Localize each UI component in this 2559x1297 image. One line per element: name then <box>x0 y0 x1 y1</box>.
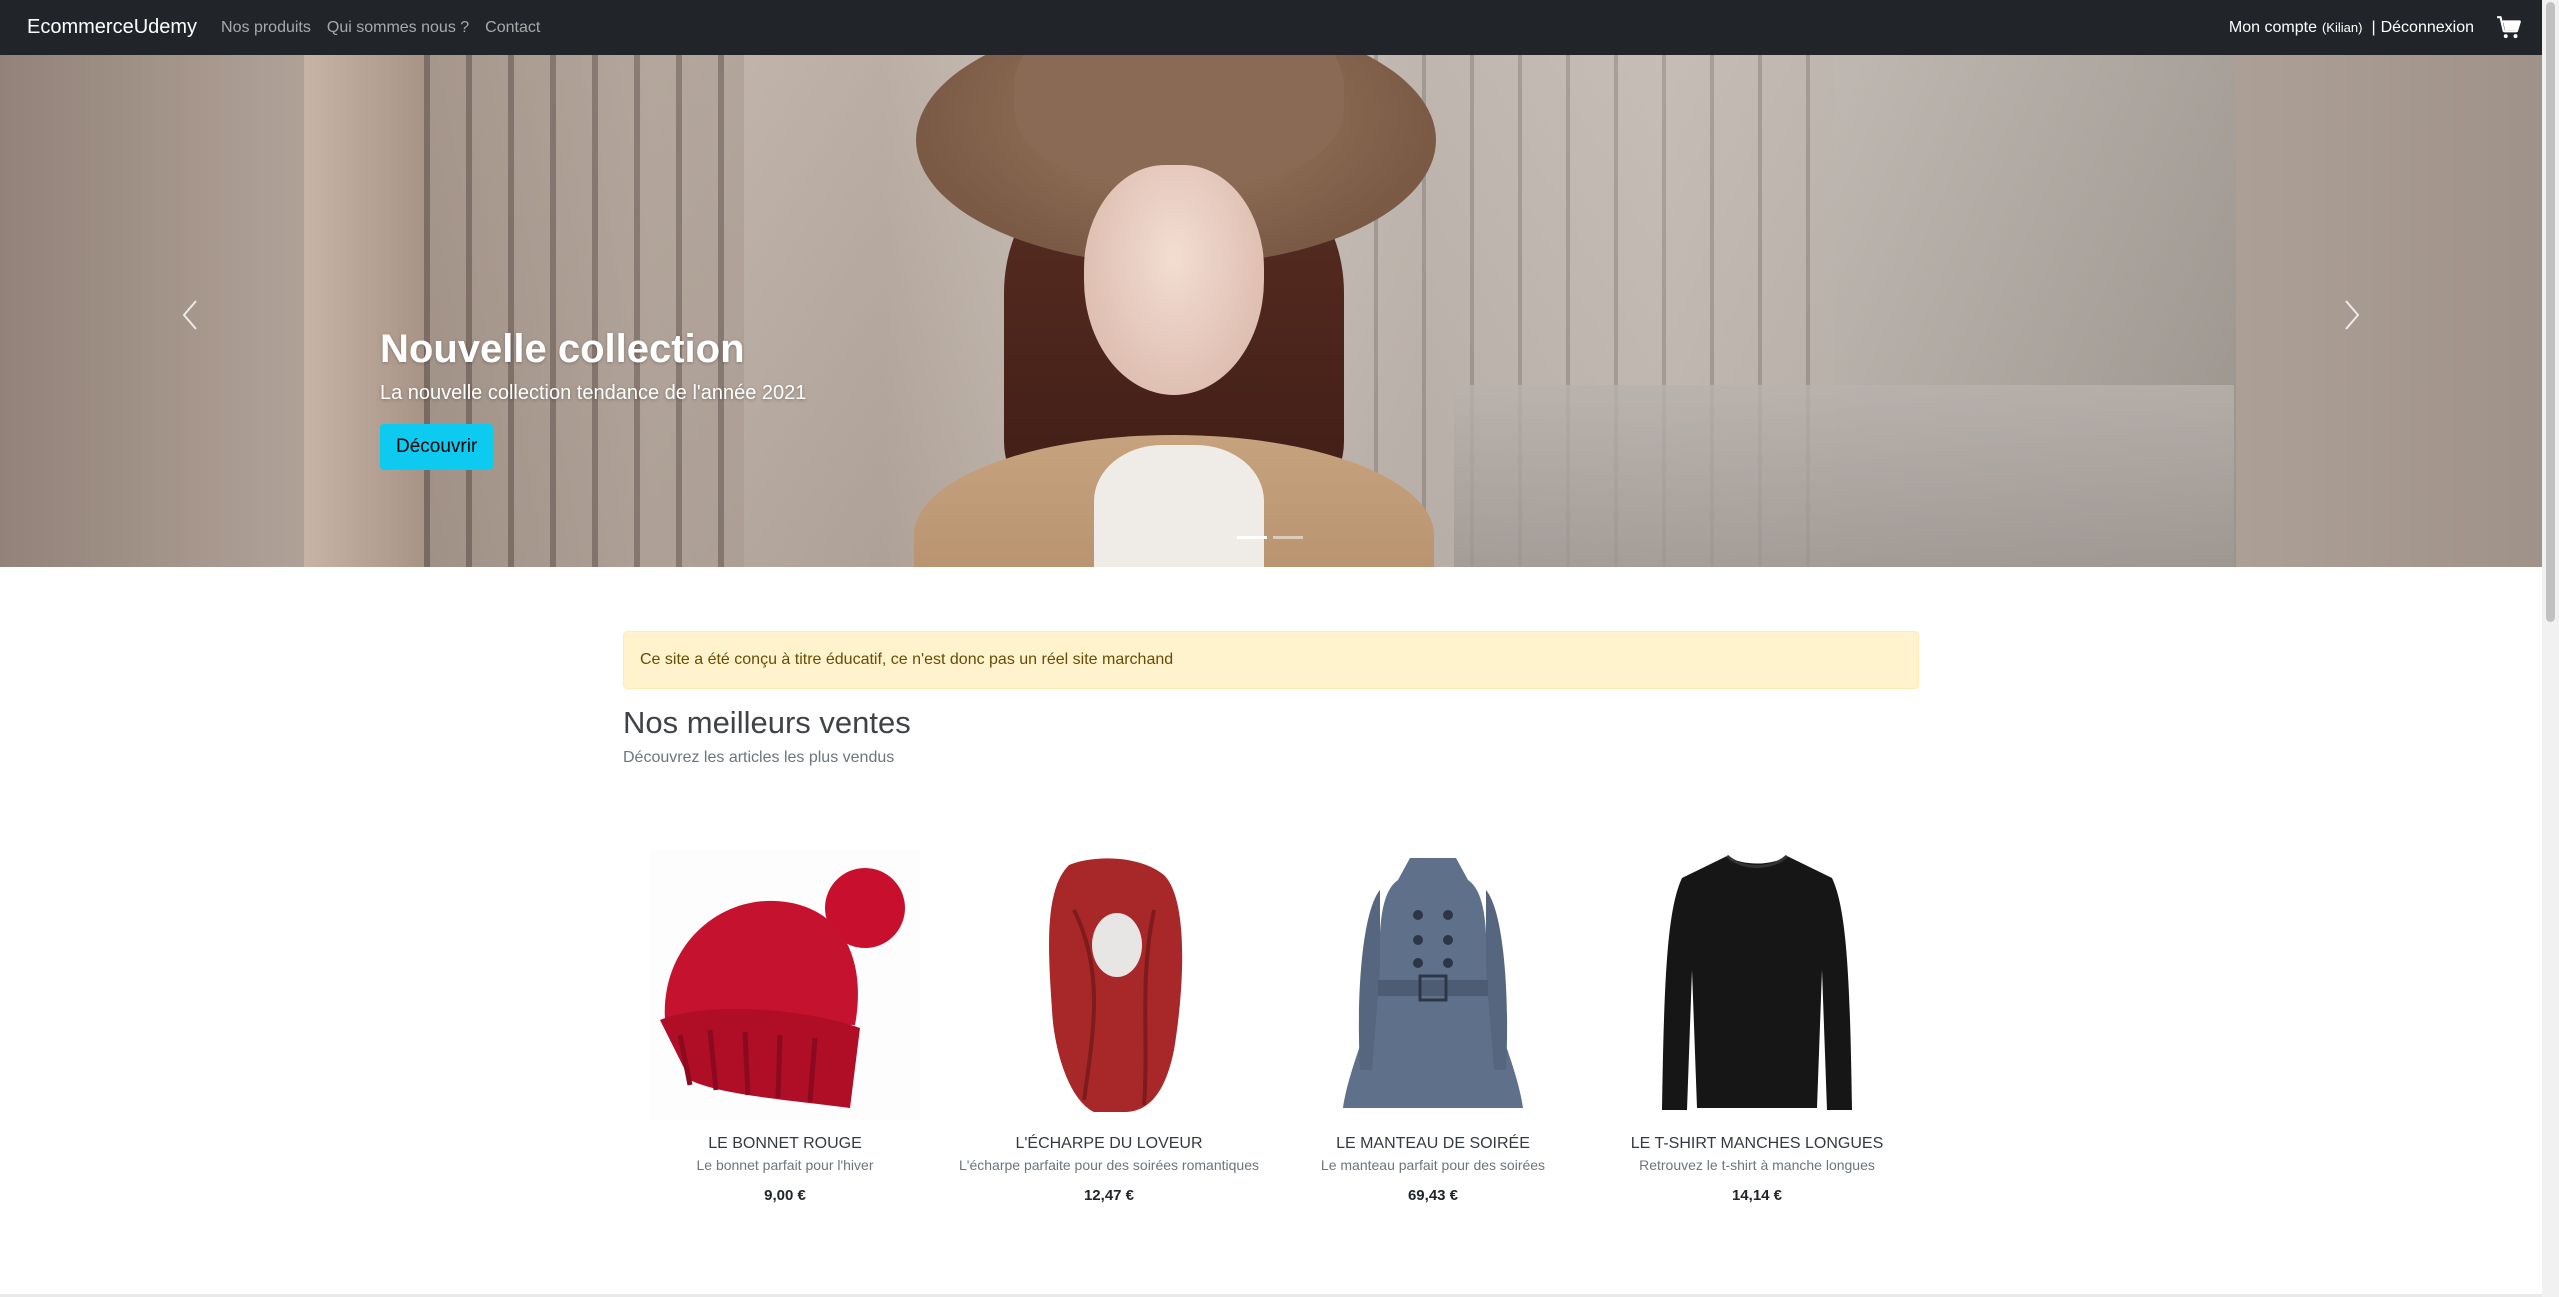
product-name[interactable]: L'écharpe du loveur <box>947 1135 1271 1153</box>
nav-links: Nos produits Qui sommes nous ? Contact <box>221 19 556 37</box>
product-card[interactable]: Le bonnet rouge Le bonnet parfait pour l… <box>623 850 947 1204</box>
discover-button[interactable]: Découvrir <box>380 424 494 470</box>
red-scarf-image[interactable] <box>974 850 1244 1120</box>
product-name[interactable]: Le bonnet rouge <box>623 1135 947 1153</box>
page-scrollbar[interactable] <box>2542 0 2559 1297</box>
carousel-indicator-1[interactable] <box>1237 536 1267 539</box>
chevron-left-icon <box>182 300 197 330</box>
carousel-prev-button[interactable] <box>176 295 206 335</box>
product-card[interactable]: Le manteau de soirée Le manteau parfait … <box>1271 850 1595 1204</box>
brand-logo[interactable]: EcommerceUdemy <box>27 16 197 39</box>
account-username: (Kilian) <box>2321 20 2363 35</box>
cart-icon[interactable] <box>2496 15 2522 41</box>
product-description: L'écharpe parfaite pour des soirées roma… <box>959 1157 1259 1173</box>
product-description: Le bonnet parfait pour l'hiver <box>696 1157 874 1173</box>
carousel-prev-slide-edge <box>0 55 304 567</box>
hero-subtitle: La nouvelle collection tendance de l'ann… <box>380 382 807 404</box>
chevron-right-icon <box>2345 300 2360 330</box>
product-card[interactable]: Le t-shirt manches longues Retrouvez le … <box>1595 850 1919 1204</box>
product-price: 69,43 € <box>1407 1187 1459 1204</box>
hero-carousel: Nouvelle collection La nouvelle collecti… <box>0 55 2542 567</box>
carousel-next-slide-edge <box>2236 55 2542 567</box>
product-description: Retrouvez le t-shirt à manche longues <box>1639 1157 1875 1173</box>
bestsellers-subtitle: Découvrez les articles les plus vendus <box>623 749 895 766</box>
bestsellers-title: Nos meilleurs ventes <box>623 705 911 740</box>
navbar: EcommerceUdemy Nos produits Qui sommes n… <box>0 0 2542 55</box>
product-price: 9,00 € <box>764 1187 806 1204</box>
account-link[interactable]: Mon compte <box>2229 19 2317 37</box>
carousel-indicators <box>1237 536 1303 539</box>
product-price: 14,14 € <box>1731 1187 1783 1204</box>
red-beanie-image[interactable] <box>650 850 920 1120</box>
blue-coat-image[interactable] <box>1298 850 1568 1120</box>
product-description: Le manteau parfait pour des soirées <box>1320 1157 1546 1173</box>
nav-link-about[interactable]: Qui sommes nous ? <box>327 19 469 37</box>
hero-caption: Nouvelle collection La nouvelle collecti… <box>380 327 806 470</box>
product-price: 12,47 € <box>1083 1187 1135 1204</box>
hero-image <box>304 55 2236 567</box>
account-area: Mon compte (Kilian) | Déconnexion <box>2229 15 2522 41</box>
nav-link-products[interactable]: Nos produits <box>221 19 311 37</box>
product-name[interactable]: Le manteau de soirée <box>1271 1135 1595 1153</box>
black-longsleeve-image[interactable] <box>1622 850 1892 1120</box>
carousel-indicator-2[interactable] <box>1273 536 1303 539</box>
hero-title: Nouvelle collection <box>380 327 745 371</box>
carousel-next-button[interactable] <box>2336 295 2366 335</box>
educational-notice: Ce site a été conçu à titre éducatif, ce… <box>623 631 1919 689</box>
nav-link-contact[interactable]: Contact <box>485 19 540 37</box>
notice-text: Ce site a été conçu à titre éducatif, ce… <box>640 651 1174 668</box>
product-card[interactable]: L'écharpe du loveur L'écharpe parfaite p… <box>947 850 1271 1204</box>
logout-link[interactable]: Déconnexion <box>2381 19 2474 37</box>
product-list: Le bonnet rouge Le bonnet parfait pour l… <box>623 850 1919 1204</box>
scrollbar-thumb[interactable] <box>2546 2 2555 622</box>
nav-separator: | <box>2371 18 2376 36</box>
product-name[interactable]: Le t-shirt manches longues <box>1595 1135 1919 1153</box>
